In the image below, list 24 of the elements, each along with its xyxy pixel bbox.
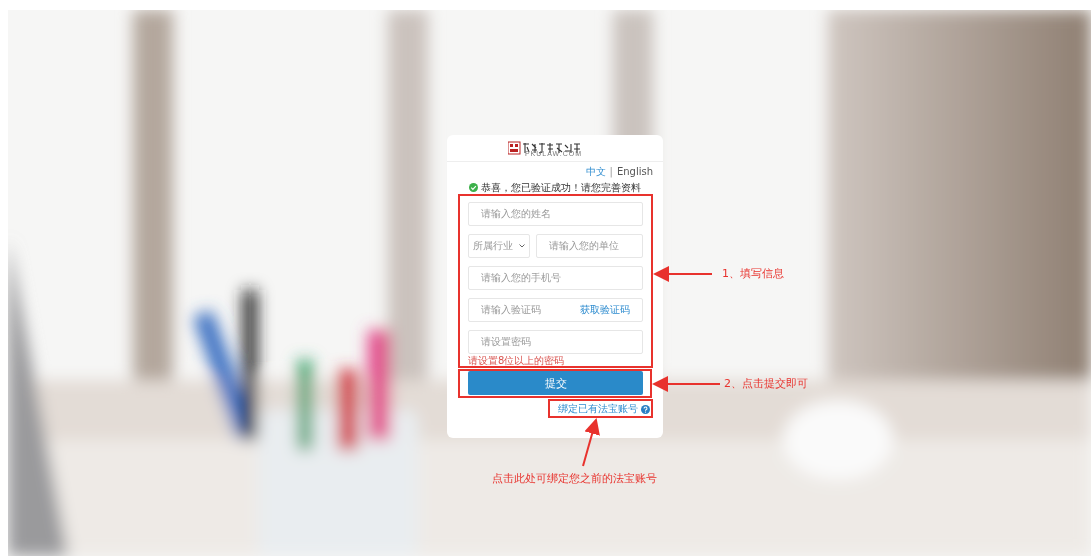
arrow <box>652 376 721 392</box>
submit-button[interactable]: 提交 <box>468 371 643 395</box>
arrow <box>582 418 600 467</box>
input-field[interactable]: 请输入您的手机号 <box>468 266 643 290</box>
get-code-button[interactable]: 获取验证码 <box>580 303 630 317</box>
input-field[interactable]: 请输入您的姓名 <box>468 202 643 226</box>
caret-icon <box>519 244 525 248</box>
industry-dropdown[interactable]: 所属行业 <box>468 234 530 258</box>
arrow <box>653 266 713 282</box>
language-link[interactable]: 中文 <box>585 166 606 178</box>
annotation-text: 2、点击提交即可 <box>724 376 808 391</box>
help-icon <box>641 404 650 414</box>
code-input-field[interactable]: 请输入验证码 <box>481 303 541 317</box>
annotation-text: 1、填写信息 <box>722 266 784 281</box>
input-field[interactable]: 请输入您的单位 <box>536 234 643 258</box>
input-field[interactable]: 请设置密码 <box>468 330 643 354</box>
logo-icon <box>507 141 582 155</box>
separator-text: | <box>609 166 613 178</box>
password-hint: 请设置8位以上的密码 <box>467 355 566 367</box>
language-link[interactable]: English <box>616 166 653 178</box>
bind-account-link[interactable]: 绑定已有法宝账号 <box>558 403 638 415</box>
check-icon <box>469 183 478 192</box>
success-message: 恭喜，您已验证成功！请您完善资料 <box>481 181 641 194</box>
annotation-text: 点击此处可绑定您之前的法宝账号 <box>492 471 657 486</box>
